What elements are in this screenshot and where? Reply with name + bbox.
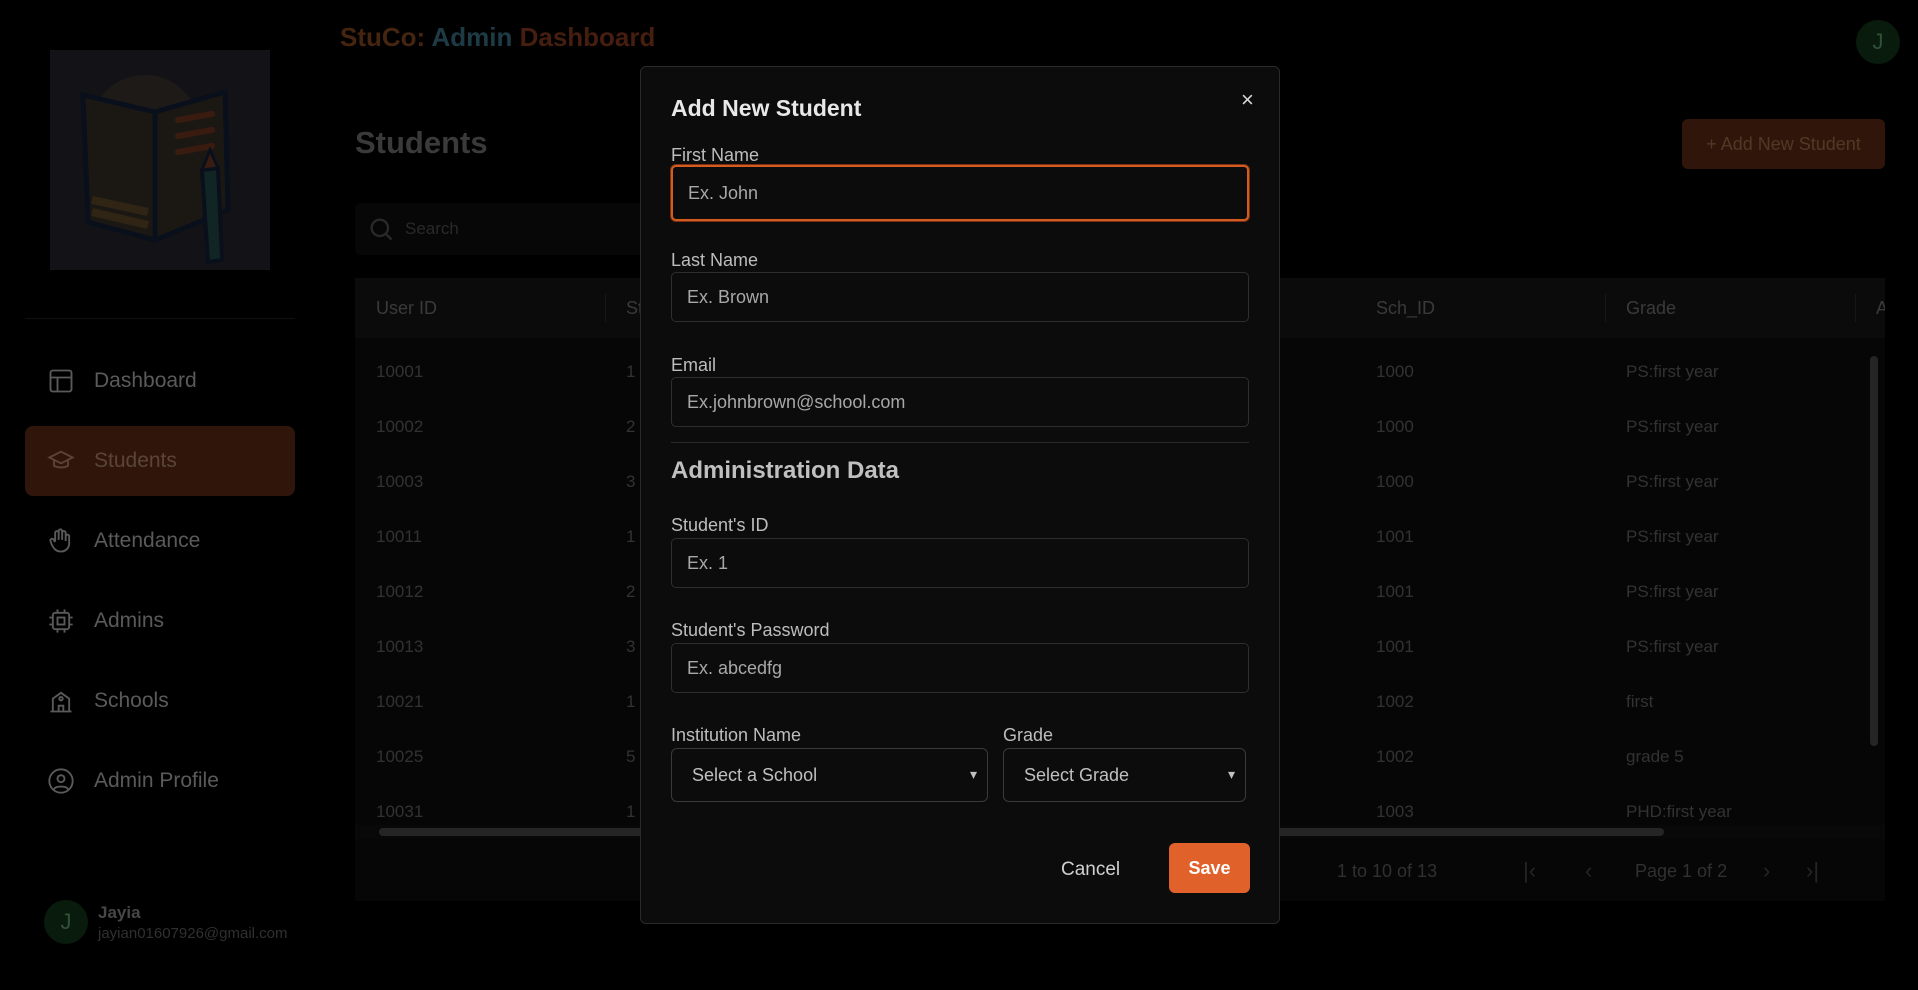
institution-label: Institution Name: [671, 725, 802, 745]
first-name-field[interactable]: [671, 165, 1249, 221]
add-student-modal: Add New Student × First Name Last Name E…: [640, 66, 1280, 924]
last-name-label: Last Name: [671, 250, 759, 270]
grade-select[interactable]: Select Grade ▾: [1003, 748, 1246, 802]
modal-title: Add New Student: [671, 95, 862, 121]
email-label: Email: [671, 355, 717, 375]
section-divider: [671, 442, 1249, 443]
chevron-down-icon: ▾: [1227, 766, 1235, 782]
student-id-label: Student's ID: [671, 515, 769, 535]
chevron-down-icon: ▾: [969, 766, 977, 782]
grade-value: Select Grade: [1024, 764, 1130, 785]
close-icon[interactable]: ×: [1241, 87, 1254, 113]
save-button[interactable]: Save: [1169, 843, 1250, 893]
last-name-field[interactable]: [671, 272, 1249, 322]
first-name-label: First Name: [671, 145, 760, 165]
institution-value: Select a School: [692, 764, 818, 785]
app-root: Dashboard Students Attendance Admins Sch…: [0, 0, 1918, 990]
institution-select[interactable]: Select a School ▾: [671, 748, 988, 802]
student-id-field[interactable]: [671, 538, 1249, 588]
password-label: Student's Password: [671, 620, 830, 640]
email-field[interactable]: [671, 377, 1249, 427]
grade-label: Grade: [1003, 725, 1054, 745]
cancel-button[interactable]: Cancel: [1061, 859, 1120, 881]
password-field[interactable]: [671, 643, 1249, 693]
section-title: Administration Data: [671, 457, 900, 484]
